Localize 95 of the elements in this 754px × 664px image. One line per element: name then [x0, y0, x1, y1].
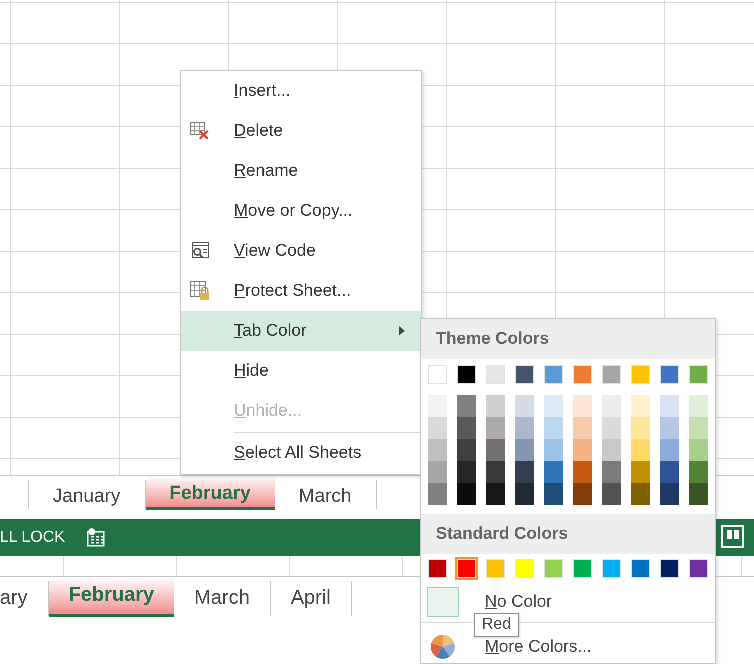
- color-swatch[interactable]: [428, 395, 447, 417]
- menu-item[interactable]: Select All Sheets: [181, 433, 421, 473]
- tooltip: Red: [474, 613, 520, 637]
- color-swatch[interactable]: [486, 395, 505, 417]
- color-swatch[interactable]: [631, 483, 650, 505]
- color-swatch[interactable]: [515, 559, 534, 578]
- color-swatch[interactable]: [660, 417, 679, 439]
- delete-sheet-icon: [190, 121, 210, 141]
- locked-sheet-icon: [190, 281, 210, 301]
- color-swatch[interactable]: [486, 439, 505, 461]
- color-swatch[interactable]: [631, 439, 650, 461]
- view-code-icon: [190, 241, 210, 261]
- color-wheel-icon: [430, 634, 456, 660]
- color-swatch[interactable]: [660, 395, 679, 417]
- color-swatch[interactable]: [544, 461, 563, 483]
- color-swatch[interactable]: [486, 365, 505, 384]
- color-swatch[interactable]: [486, 417, 505, 439]
- color-swatch[interactable]: [689, 417, 708, 439]
- color-swatch[interactable]: [544, 395, 563, 417]
- menu-item[interactable]: Hide: [181, 351, 421, 391]
- page-layout-icon[interactable]: [721, 525, 745, 549]
- color-swatch[interactable]: [486, 559, 505, 578]
- menu-item[interactable]: Move or Copy...: [181, 191, 421, 231]
- color-swatch[interactable]: [689, 559, 708, 578]
- color-swatch[interactable]: [515, 439, 534, 461]
- color-swatch[interactable]: [631, 417, 650, 439]
- color-swatch[interactable]: [428, 439, 447, 461]
- color-swatch[interactable]: [457, 417, 476, 439]
- color-swatch[interactable]: [486, 483, 505, 505]
- sheet-calculator-icon: [87, 528, 108, 548]
- color-swatch[interactable]: [573, 417, 592, 439]
- color-swatch[interactable]: [428, 365, 447, 384]
- color-swatch[interactable]: [602, 439, 621, 461]
- color-swatch[interactable]: [689, 439, 708, 461]
- color-swatch[interactable]: [602, 417, 621, 439]
- color-swatch[interactable]: [573, 395, 592, 417]
- status-text: LL LOCK: [0, 528, 66, 546]
- color-swatch[interactable]: [689, 461, 708, 483]
- color-swatch[interactable]: [544, 439, 563, 461]
- color-swatch[interactable]: [631, 365, 650, 384]
- color-swatch[interactable]: [428, 483, 447, 505]
- color-swatch[interactable]: [573, 365, 592, 384]
- sheet-tab[interactable]: February: [146, 476, 275, 510]
- menu-item[interactable]: Insert...: [181, 71, 421, 111]
- color-swatch[interactable]: [660, 461, 679, 483]
- color-swatch[interactable]: [602, 483, 621, 505]
- sheet-tab[interactable]: March: [174, 581, 271, 616]
- color-swatch[interactable]: [515, 461, 534, 483]
- color-swatch[interactable]: [457, 395, 476, 417]
- color-swatch[interactable]: [660, 365, 679, 384]
- color-swatch[interactable]: [602, 461, 621, 483]
- section-header: Standard Colors: [421, 514, 715, 554]
- color-swatch[interactable]: [573, 559, 592, 578]
- color-swatch[interactable]: [457, 461, 476, 483]
- color-swatch[interactable]: [689, 395, 708, 417]
- color-swatch[interactable]: [457, 439, 476, 461]
- color-swatch[interactable]: [428, 417, 447, 439]
- menu-item[interactable]: View Code: [181, 231, 421, 271]
- sheet-tab[interactable]: February: [48, 577, 174, 617]
- color-swatch[interactable]: [515, 395, 534, 417]
- color-swatch[interactable]: [428, 461, 447, 483]
- menu-item[interactable]: Tab Color: [181, 311, 421, 351]
- color-swatch[interactable]: [573, 439, 592, 461]
- menu-item[interactable]: Protect Sheet...: [181, 271, 421, 311]
- menu-item[interactable]: Rename: [181, 151, 421, 191]
- color-swatch[interactable]: [457, 559, 476, 578]
- color-swatch[interactable]: [660, 559, 679, 578]
- color-swatch[interactable]: [457, 483, 476, 505]
- sheet-tab[interactable]: March: [274, 480, 377, 509]
- color-swatch[interactable]: [457, 365, 476, 384]
- section-header: Theme Colors: [421, 319, 715, 359]
- color-swatch[interactable]: [689, 483, 708, 505]
- color-swatch[interactable]: [515, 417, 534, 439]
- color-swatch[interactable]: [486, 461, 505, 483]
- empty-swatch-icon: [427, 587, 459, 617]
- color-swatch[interactable]: [689, 365, 708, 384]
- color-swatch[interactable]: [544, 417, 563, 439]
- color-swatch[interactable]: [631, 559, 650, 578]
- color-swatch[interactable]: [573, 483, 592, 505]
- color-swatch[interactable]: [660, 483, 679, 505]
- menu-item[interactable]: Delete: [181, 111, 421, 151]
- color-swatch[interactable]: [544, 559, 563, 578]
- color-swatch[interactable]: [602, 559, 621, 578]
- color-swatch[interactable]: [631, 395, 650, 417]
- color-swatch[interactable]: [573, 461, 592, 483]
- sheet-tab[interactable]: April: [270, 581, 352, 616]
- color-swatch[interactable]: [602, 395, 621, 417]
- color-swatch[interactable]: [631, 461, 650, 483]
- color-swatch[interactable]: [515, 365, 534, 384]
- color-swatch[interactable]: [602, 365, 621, 384]
- color-swatch[interactable]: [544, 483, 563, 505]
- color-swatch[interactable]: [428, 559, 447, 578]
- color-swatch[interactable]: [660, 439, 679, 461]
- color-swatch[interactable]: [515, 483, 534, 505]
- color-swatch[interactable]: [544, 365, 563, 384]
